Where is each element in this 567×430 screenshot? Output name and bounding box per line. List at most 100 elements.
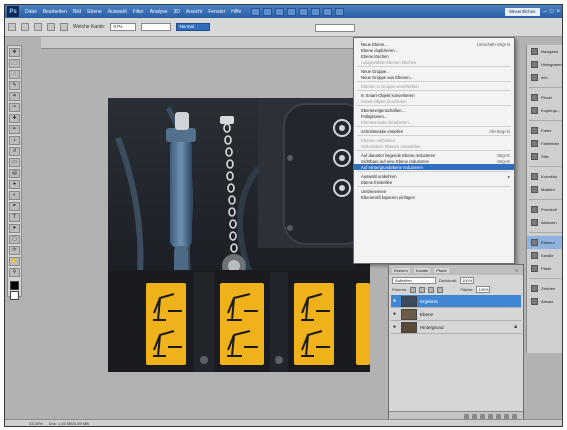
dock-item[interactable]: Histogramm xyxy=(527,58,562,71)
context-menu-item: Verbundene Ebenen auswählen xyxy=(354,143,514,149)
close-button[interactable]: × xyxy=(556,9,560,15)
dock-item[interactable]: Absatz xyxy=(527,295,562,308)
photoshop-window: Ps Datei Bearbeiten Bild Ebene Auswahl F… xyxy=(4,4,563,427)
clone-stamp-tool-icon[interactable]: ⊥ xyxy=(9,136,20,145)
antialias-checkbox[interactable] xyxy=(141,23,172,31)
zoom-readout[interactable]: 33,33% xyxy=(29,421,43,426)
dock-item[interactable]: Info xyxy=(527,71,562,84)
lock-transparency-icon[interactable] xyxy=(410,286,417,293)
tab-ebenen[interactable]: Ebenen xyxy=(392,267,410,273)
context-menu-item[interactable]: Schnittmaske erstellen Alt+Strg+G xyxy=(354,128,514,134)
dock-item[interactable]: Kopierqu... xyxy=(527,104,562,117)
visibility-eye-icon[interactable]: ● xyxy=(391,311,398,317)
menu-fenster[interactable]: Fenster xyxy=(208,9,225,15)
panel-menu-icon[interactable]: ≡ xyxy=(514,268,520,273)
layer-context-menu: Neue Ebene... Umschalt+Strg+N Ebene dupliz… xyxy=(353,37,515,264)
dock-item[interactable]: Protokoll xyxy=(527,203,562,216)
mini-bridge-icon[interactable] xyxy=(263,7,273,16)
dodge-tool-icon[interactable]: ◐ xyxy=(9,191,20,200)
foreground-color-swatch[interactable] xyxy=(10,281,19,290)
subtract-selection-icon[interactable] xyxy=(47,23,55,31)
dock-item[interactable]: Navigator xyxy=(527,45,562,58)
dock-item[interactable]: Farbfelder xyxy=(527,137,562,150)
crop-tool-icon[interactable]: ⌗ xyxy=(9,92,20,101)
type-tool-icon[interactable]: T xyxy=(9,213,20,222)
visibility-eye-icon[interactable]: ● xyxy=(391,298,398,304)
layer-row[interactable]: ● Ebene xyxy=(391,308,521,321)
marquee-tool-icon[interactable]: ⬚ xyxy=(9,59,20,68)
tool-preset-icon[interactable] xyxy=(8,23,16,31)
intersect-selection-icon[interactable] xyxy=(60,23,68,31)
lock-position-icon[interactable] xyxy=(428,286,435,293)
context-menu-item[interactable]: Auf Hintergrundebene reduzieren xyxy=(354,164,514,170)
background-color-swatch[interactable] xyxy=(10,291,19,300)
bridge-icon[interactable] xyxy=(251,7,261,16)
eyedropper-tool-icon[interactable]: ✑ xyxy=(9,103,20,112)
menu-datei[interactable]: Datei xyxy=(25,9,37,15)
hand-tool-icon[interactable] xyxy=(287,7,297,16)
gradient-tool-icon[interactable]: ▤ xyxy=(9,169,20,178)
move-tool-icon[interactable]: ✥ xyxy=(9,48,20,57)
dock-item[interactable]: Pinsel xyxy=(527,91,562,104)
3d-rotate-tool-icon[interactable]: ⟳ xyxy=(9,246,20,255)
add-selection-icon[interactable] xyxy=(34,23,42,31)
mode-select[interactable]: Normal xyxy=(176,23,211,31)
tab-kanaele[interactable]: Kanäle xyxy=(413,267,431,273)
path-selection-tool-icon[interactable]: ➤ xyxy=(9,224,20,233)
dock-item[interactable]: Pfade xyxy=(527,262,562,275)
dock-item[interactable]: Korrektur xyxy=(527,170,562,183)
quick-selection-tool-icon[interactable]: ✎ xyxy=(9,81,20,90)
dock-item[interactable]: Aktionen xyxy=(527,216,562,229)
menu-hilfe[interactable]: Hilfe xyxy=(231,9,241,15)
dock-item[interactable]: Stile xyxy=(527,150,562,163)
healing-brush-tool-icon[interactable]: ✚ xyxy=(9,114,20,123)
dock-item[interactable]: Farbe xyxy=(527,124,562,137)
context-menu-item[interactable]: Neue Gruppe aus Ebenen... xyxy=(354,74,514,80)
lasso-tool-icon[interactable]: ◌ xyxy=(9,70,20,79)
pen-tool-icon[interactable]: ✒ xyxy=(9,202,20,211)
layer-row[interactable]: ● Hintergrund 🔒︎ xyxy=(391,321,521,334)
lock-all-icon[interactable] xyxy=(437,286,444,293)
opacity-input[interactable]: 100% xyxy=(460,276,475,284)
zoom-tool-icon[interactable]: ⚲ xyxy=(9,268,20,277)
dock-item[interactable]: Zeichen xyxy=(527,282,562,295)
blend-mode-select[interactable]: Aufhellen xyxy=(392,276,436,284)
menu-auswahl[interactable]: Auswahl xyxy=(108,9,127,15)
arrange-documents-icon[interactable] xyxy=(323,7,333,16)
zoom-level-icon[interactable] xyxy=(275,7,285,16)
menu-bar: Datei Bearbeiten Bild Ebene Auswahl Filt… xyxy=(25,9,241,15)
minimize-button[interactable]: – xyxy=(544,9,547,15)
tab-pfade[interactable]: Pfade xyxy=(434,267,449,273)
eraser-tool-icon[interactable]: ▭ xyxy=(9,158,20,167)
shape-tool-icon[interactable]: ▢ xyxy=(9,235,20,244)
rotate-view-icon[interactable] xyxy=(311,7,321,16)
context-menu-item[interactable]: Ebene freistellen xyxy=(354,179,514,185)
dock-item[interactable]: Ebenen xyxy=(527,236,562,249)
menu-ebene[interactable]: Ebene xyxy=(87,9,101,15)
lock-pixels-icon[interactable] xyxy=(419,286,426,293)
menu-ansicht[interactable]: Ansicht xyxy=(186,9,202,15)
maximize-button[interactable]: □ xyxy=(550,9,554,15)
fill-input[interactable]: 100% xyxy=(476,286,491,293)
history-brush-tool-icon[interactable]: ↺ xyxy=(9,147,20,156)
screen-mode-icon[interactable] xyxy=(335,7,345,16)
menu-analyse[interactable]: Analyse xyxy=(150,9,168,15)
visibility-eye-icon[interactable]: ● xyxy=(391,324,398,330)
document-canvas[interactable] xyxy=(108,98,370,372)
dock-item[interactable]: Kanäle xyxy=(527,249,562,262)
menu-filter[interactable]: Filter xyxy=(133,9,144,15)
dock-item[interactable]: Masken xyxy=(527,183,562,196)
feather-input[interactable]: 0 Px xyxy=(110,23,137,31)
new-selection-icon[interactable] xyxy=(21,23,29,31)
workspace-switcher[interactable]: Wesentliches xyxy=(504,7,540,16)
context-menu-item[interactable]: Ebenenstil kopieren einfügen xyxy=(354,194,514,200)
menu-3d[interactable]: 3D xyxy=(174,9,180,15)
blur-tool-icon[interactable]: ● xyxy=(9,180,20,189)
zoom-tool-icon[interactable] xyxy=(299,7,309,16)
brush-tool-icon[interactable]: ✏ xyxy=(9,125,20,134)
layer-row[interactable]: ● Ergebnis xyxy=(391,295,521,308)
menu-bild[interactable]: Bild xyxy=(73,9,81,15)
hand-tool-icon[interactable]: ✋ xyxy=(9,257,20,266)
menu-bearbeiten[interactable]: Bearbeiten xyxy=(43,9,67,15)
search-input[interactable] xyxy=(315,24,355,32)
